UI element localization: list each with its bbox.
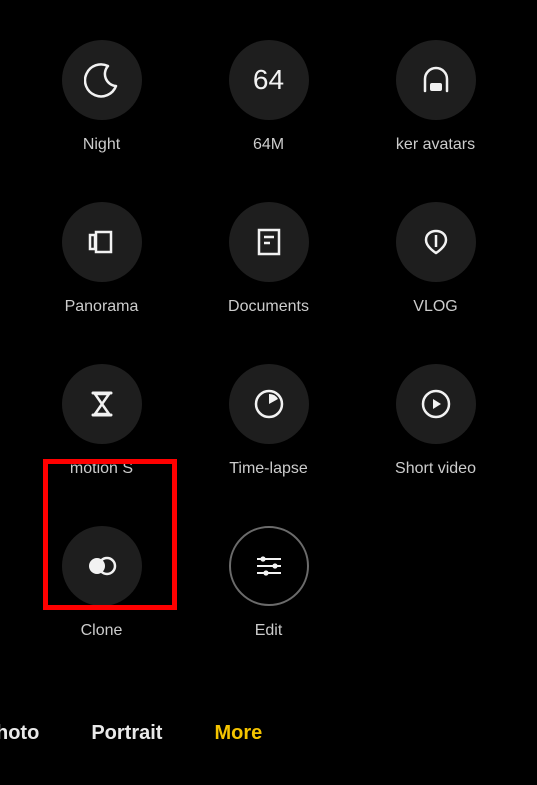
panorama-icon	[62, 202, 142, 282]
mode-64m[interactable]: 64 64M	[185, 40, 352, 154]
avatar-icon	[396, 40, 476, 120]
mode-label: VLOG	[413, 298, 457, 316]
tab-photo[interactable]: hoto	[0, 722, 65, 745]
hourglass-icon	[62, 364, 142, 444]
empty-cell	[352, 526, 519, 640]
mode-label: Time-lapse	[229, 460, 308, 478]
mode-label: Clone	[81, 622, 123, 640]
mode-edit[interactable]: Edit	[185, 526, 352, 640]
mode-label: Panorama	[65, 298, 139, 316]
mode-label: Short video	[395, 460, 476, 478]
mode-label: 64M	[253, 136, 284, 154]
tab-portrait[interactable]: Portrait	[65, 722, 188, 745]
clone-icon	[62, 526, 142, 606]
mode-avatars[interactable]: ker avatars	[352, 40, 519, 154]
mode-documents[interactable]: Documents	[185, 202, 352, 316]
mode-night[interactable]: Night	[18, 40, 185, 154]
timelapse-icon	[229, 364, 309, 444]
mode-timelapse[interactable]: Time-lapse	[185, 364, 352, 478]
sliders-icon	[229, 526, 309, 606]
mode-label: Documents	[228, 298, 309, 316]
mode-vlog[interactable]: VLOG	[352, 202, 519, 316]
camera-tab-bar: hoto Portrait More	[0, 722, 537, 745]
mode-shortvideo[interactable]: Short video	[352, 364, 519, 478]
night-icon	[62, 40, 142, 120]
play-circle-icon	[396, 364, 476, 444]
mode-slowmotion[interactable]: motion S	[18, 364, 185, 478]
mode-label: motion S	[70, 460, 133, 478]
mode-label: ker avatars	[396, 136, 475, 154]
mode-label: Night	[83, 136, 120, 154]
mode-clone[interactable]: Clone	[18, 526, 185, 640]
mode-label: Edit	[255, 622, 283, 640]
tab-more[interactable]: More	[188, 722, 288, 745]
sixtyfour-icon: 64	[229, 40, 309, 120]
mode-panorama[interactable]: Panorama	[18, 202, 185, 316]
mode-grid: Night 64 64M ker avatars	[0, 40, 537, 640]
vlog-icon	[396, 202, 476, 282]
documents-icon	[229, 202, 309, 282]
camera-more-panel: Night 64 64M ker avatars	[0, 0, 537, 785]
